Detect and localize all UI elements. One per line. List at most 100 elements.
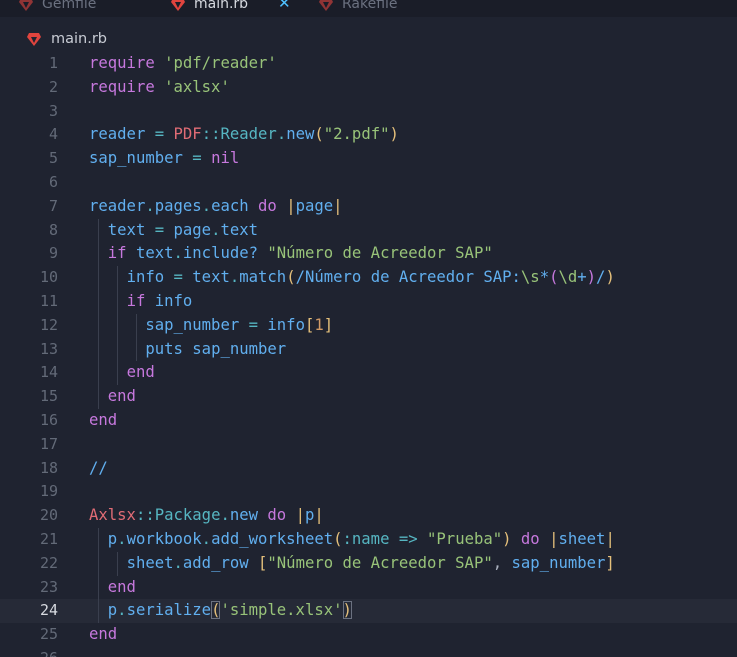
code-token: nil <box>211 149 240 168</box>
line-code: require 'pdf/reader' <box>89 52 277 76</box>
code-token: :: <box>201 125 221 144</box>
code-token: include? <box>182 244 259 263</box>
code-line[interactable]: 7 reader.pages.each do |page| <box>0 195 737 219</box>
code-token: info <box>154 292 193 310</box>
code-token: . <box>117 530 127 548</box>
code-token: ) <box>502 530 512 548</box>
code-token: . <box>276 125 287 144</box>
line-number: 7 <box>48 196 58 215</box>
line-code: sap_number = nil <box>89 147 239 171</box>
line-number: 6 <box>48 173 58 191</box>
code-token: require <box>89 77 155 96</box>
code-line[interactable]: 15 end <box>0 385 737 409</box>
code-line[interactable]: 18 // <box>0 457 737 481</box>
line-code: p.workbook.add_worksheet(:name => "Prueb… <box>89 528 615 552</box>
code-line[interactable]: 13 puts sap_number <box>0 338 737 362</box>
code-token: "Prueba" <box>427 530 503 548</box>
code-line[interactable]: 6 <box>0 171 737 195</box>
code-token: "Número de Acreedor SAP" <box>267 244 493 263</box>
code-token: end <box>107 577 136 596</box>
tab-bar: Gemfile main.rb ✕ Rakefile <box>0 0 737 17</box>
code-editor[interactable]: 1 require 'pdf/reader' 2 require 'axlsx' 3 4 r… <box>0 52 737 657</box>
code-token: Reader <box>220 125 277 144</box>
tab-main-rb[interactable]: main.rb <box>170 0 248 16</box>
code-token: 'simple.xlsx' <box>220 601 343 620</box>
code-token: /Número de Acreedor SAP: <box>295 268 521 287</box>
code-token: puts <box>145 339 183 358</box>
code-token: | <box>333 196 343 215</box>
line-number: 15 <box>39 387 58 406</box>
code-line[interactable]: 17 <box>0 433 737 457</box>
code-line[interactable]: 23 end <box>0 576 737 600</box>
code-token: reader <box>89 196 146 215</box>
code-token: add_row <box>182 553 249 572</box>
line-number: 23 <box>39 577 58 596</box>
line-code: reader.pages.each do |page| <box>89 195 343 219</box>
code-line[interactable]: 26 <box>0 647 737 657</box>
code-line[interactable]: 16 end <box>0 409 737 433</box>
code-token: add_worksheet <box>211 530 334 548</box>
tab-rakefile[interactable]: Rakefile <box>318 0 398 16</box>
indent-guide <box>98 528 99 624</box>
code-token: = <box>192 149 202 168</box>
code-line[interactable]: 25 end <box>0 623 737 647</box>
code-line[interactable]: 21 p.workbook.add_worksheet(:name => "Pr… <box>0 528 737 552</box>
line-code: Axlsx::Package.new do |p| <box>89 504 324 528</box>
code-token: p <box>107 530 118 548</box>
line-number: 10 <box>39 268 58 287</box>
code-line[interactable]: 3 <box>0 100 737 124</box>
code-token: if <box>126 292 146 310</box>
code-token: ] <box>605 553 615 572</box>
code-line[interactable]: 4 reader = PDF::Reader.new("2.pdf") <box>0 123 737 147</box>
line-code: require 'axlsx' <box>89 76 230 100</box>
code-line[interactable]: 19 <box>0 480 737 504</box>
code-line[interactable]: 20 Axlsx::Package.new do |p| <box>0 504 737 528</box>
breadcrumb[interactable]: main.rb <box>26 29 107 49</box>
line-code: if info <box>89 290 193 314</box>
code-line[interactable]: 12 sap_number = info[1] <box>0 314 737 338</box>
code-line[interactable]: 24 p.serialize('simple.xlsx') <box>0 599 737 624</box>
code-token: , <box>492 553 512 572</box>
code-token: = <box>154 125 165 144</box>
code-line[interactable]: 2 require 'axlsx' <box>0 76 737 100</box>
line-number: 11 <box>39 292 58 310</box>
code-line[interactable]: 5 sap_number = nil <box>0 147 737 171</box>
line-number: 14 <box>39 363 58 382</box>
close-icon[interactable]: ✕ <box>278 0 291 12</box>
tab-label: Rakefile <box>342 0 398 12</box>
line-number: 26 <box>0 647 58 657</box>
code-token: \d <box>558 268 578 287</box>
ruby-icon <box>18 0 34 12</box>
line-code: end <box>89 576 136 600</box>
line-code: reader = PDF::Reader.new("2.pdf") <box>89 123 399 147</box>
code-token: = <box>173 268 183 287</box>
line-number: 13 <box>39 339 58 358</box>
line-number: 16 <box>39 411 58 429</box>
code-line[interactable]: 14 end <box>0 361 737 385</box>
code-line[interactable]: 11 if info <box>0 290 737 314</box>
code-line[interactable]: 9 if text.include? "Número de Acreedor S… <box>0 242 737 266</box>
code-token: ] <box>323 315 334 334</box>
code-line[interactable]: 8 text = page.text <box>0 219 737 243</box>
line-number: 2 <box>48 77 58 96</box>
code-token: if <box>107 244 127 263</box>
line-number: 4 <box>48 125 58 144</box>
code-line[interactable]: 1 require 'pdf/reader' <box>0 52 737 76</box>
code-line[interactable]: 22 sheet.add_row ["Número de Acreedor SA… <box>0 552 737 576</box>
line-code: info = text.match(/Número de Acreedor SA… <box>89 266 615 290</box>
code-line[interactable]: 10 info = text.match(/Número de Acreedor… <box>0 266 737 290</box>
line-number: 18 <box>39 458 58 477</box>
tab-gemfile[interactable]: Gemfile <box>18 0 96 16</box>
